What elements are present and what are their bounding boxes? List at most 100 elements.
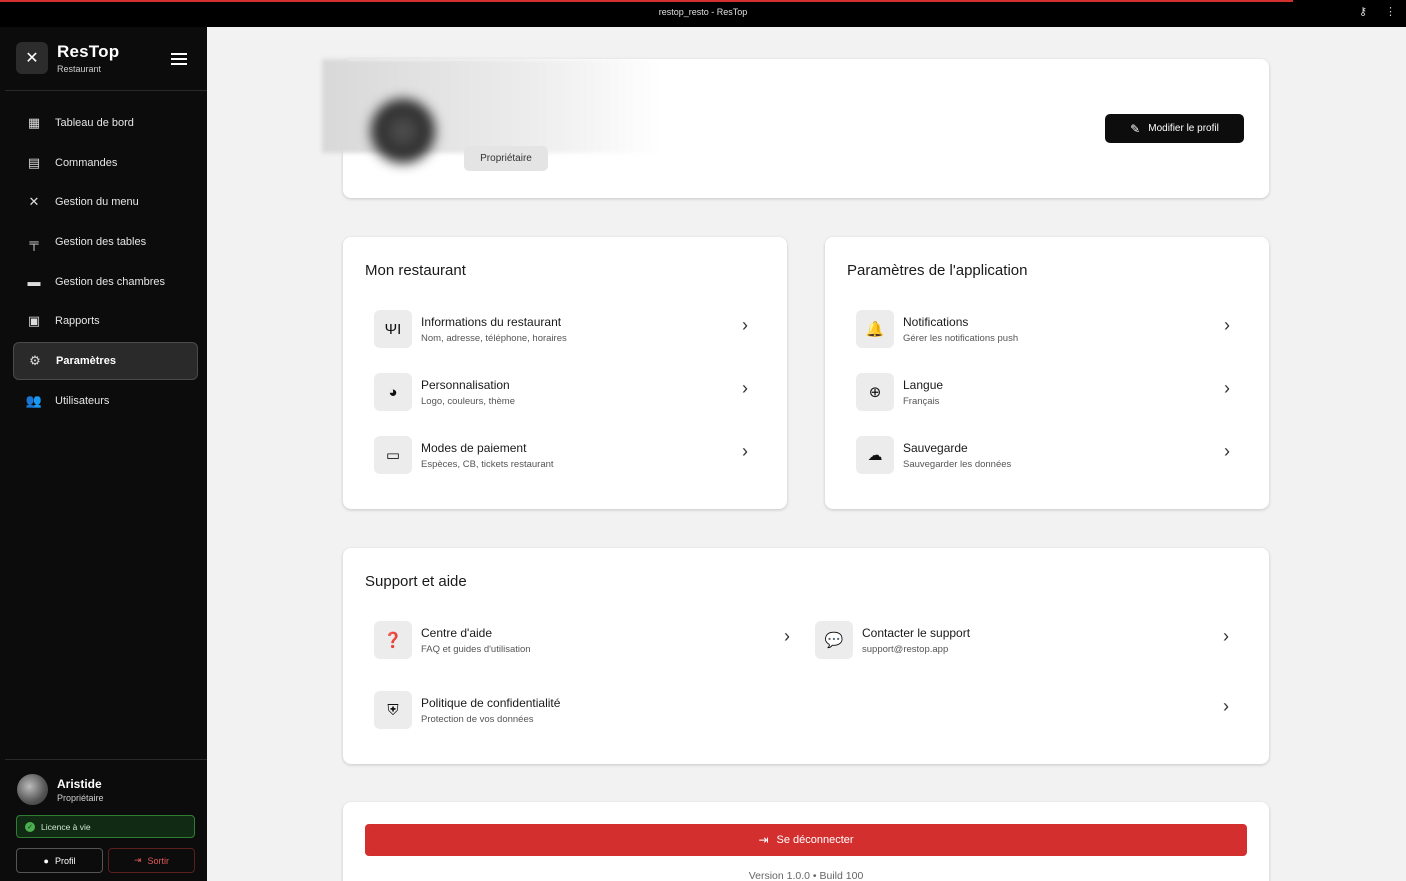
row-title: Notifications <box>903 314 969 329</box>
row-subtitle: Gérer les notifications push <box>903 332 1019 344</box>
sidebar: ✕ ResTop Restaurant ▦ Tableau de bord ▤ … <box>0 27 207 881</box>
bed-icon: ▬ <box>27 274 41 290</box>
row-title: Langue <box>903 377 944 392</box>
logout-card: ⇥ Se déconnecter Version 1.0.0 • Build 1… <box>343 802 1269 881</box>
chevron-right-icon: › <box>1223 626 1229 646</box>
user-name: Aristide <box>57 776 102 791</box>
dashboard-icon: ▦ <box>27 115 41 130</box>
logout-icon: ⇥ <box>758 833 769 847</box>
sidebar-item-label: Gestion des tables <box>55 236 147 249</box>
settings-row-confidentialite[interactable]: ⛨ Politique de confidentialité Protectio… <box>374 690 1244 730</box>
row-subtitle: support@restop.app <box>862 643 949 655</box>
sidebar-nav: ▦ Tableau de bord ▤ Commandes ✕ Gestion … <box>13 104 198 422</box>
sidebar-item-tableau-de-bord[interactable]: ▦ Tableau de bord <box>13 104 198 142</box>
sidebar-item-label: Rapports <box>55 315 100 328</box>
chevron-right-icon: › <box>742 315 748 335</box>
brand-subtitle: Restaurant <box>57 64 102 74</box>
settings-row-restaurant-info[interactable]: ΨΙ Informations du restaurant Nom, adres… <box>374 309 764 349</box>
role-chip: Propriétaire <box>464 146 548 171</box>
settings-row-centre-aide[interactable]: ❓ Centre d'aide FAQ et guides d'utilisat… <box>374 620 794 660</box>
check-circle-icon: ✓ <box>25 821 35 832</box>
key-icon[interactable]: ⚷ <box>1359 5 1367 18</box>
row-subtitle: Sauvegarder les données <box>903 458 1012 470</box>
utensils-icon: ✕ <box>28 194 40 210</box>
logout-icon: ⇥ <box>133 855 142 865</box>
section-title: Paramètres de l'application <box>847 262 1028 279</box>
profil-label: Profil <box>54 855 76 866</box>
chevron-right-icon: › <box>784 626 790 646</box>
chevron-right-icon: › <box>1224 315 1230 335</box>
restaurant-card: Mon restaurant ΨΙ Informations du restau… <box>343 237 787 509</box>
chevron-right-icon: › <box>742 441 748 461</box>
more-vert-icon[interactable]: ⋮ <box>1385 5 1396 18</box>
fork-knife-icon: ΨΙ <box>374 310 412 348</box>
edit-profile-label: Modifier le profil <box>1148 123 1219 134</box>
sidebar-item-commandes[interactable]: ▤ Commandes <box>13 144 198 182</box>
utensils-logo-icon: ✕ <box>16 42 48 74</box>
version-text: Version 1.0.0 • Build 100 <box>748 870 864 881</box>
current-user: Aristide Propriétaire <box>17 774 104 805</box>
shield-icon: ⛨ <box>374 691 412 729</box>
chevron-right-icon: › <box>742 378 748 398</box>
licence-label: Licence à vie <box>41 821 91 832</box>
pencil-icon: ✎ <box>1130 121 1141 136</box>
edit-profile-button[interactable]: ✎ Modifier le profil <box>1105 114 1244 143</box>
settings-row-personnalisation[interactable]: ◕ Personnalisation Logo, couleurs, thème… <box>374 372 764 412</box>
sidebar-item-parametres[interactable]: ⚙ Paramètres <box>13 342 198 381</box>
licence-badge: ✓ Licence à vie <box>16 815 195 838</box>
row-subtitle: Espèces, CB, tickets restaurant <box>421 458 554 470</box>
row-title: Personnalisation <box>421 377 510 392</box>
avatar <box>17 774 48 805</box>
help-icon: ❓ <box>374 621 412 659</box>
window-title: restop_resto - ResTop <box>658 7 748 17</box>
settings-row-paiement[interactable]: ▭ Modes de paiement Espèces, CB, tickets… <box>374 435 764 475</box>
titlebar-icons: ⚷ ⋮ <box>1359 5 1396 18</box>
profile-avatar <box>371 99 435 163</box>
support-card: Support et aide ❓ Centre d'aide FAQ et g… <box>343 548 1269 764</box>
sidebar-item-gestion-chambres[interactable]: ▬ Gestion des chambres <box>13 263 198 301</box>
sidebar-item-gestion-menu[interactable]: ✕ Gestion du menu <box>13 183 198 221</box>
row-subtitle: Logo, couleurs, thème <box>421 395 516 407</box>
settings-row-contact-support[interactable]: 💬 Contacter le support support@restop.ap… <box>815 620 1235 660</box>
settings-row-langue[interactable]: ⊕ Langue Français › <box>856 372 1246 412</box>
sidebar-item-label: Paramètres <box>56 355 116 368</box>
sidebar-item-rapports[interactable]: ▣ Rapports <box>13 302 198 340</box>
chevron-right-icon: › <box>1223 696 1229 716</box>
section-title: Mon restaurant <box>365 262 466 279</box>
sidebar-item-gestion-tables[interactable]: ╤ Gestion des tables <box>13 223 198 261</box>
menu-toggle-icon[interactable] <box>171 53 187 65</box>
credit-card-icon: ▭ <box>374 436 412 474</box>
brand: ✕ ResTop Restaurant <box>16 42 119 74</box>
titlebar-accent-line <box>0 0 1293 2</box>
support-chat-icon: 💬 <box>815 621 853 659</box>
globe-icon: ⊕ <box>856 373 894 411</box>
settings-row-notifications[interactable]: 🔔 Notifications Gérer les notifications … <box>856 309 1246 349</box>
palette-icon: ◕ <box>374 373 412 411</box>
sortir-label: Sortir <box>147 855 170 866</box>
chevron-right-icon: › <box>1224 441 1230 461</box>
logout-button[interactable]: ⇥ Se déconnecter <box>365 824 1247 856</box>
sidebar-item-label: Utilisateurs <box>55 394 110 407</box>
logout-label: Se déconnecter <box>776 834 854 846</box>
sidebar-item-utilisateurs[interactable]: 👥 Utilisateurs <box>13 382 198 420</box>
row-title: Contacter le support <box>862 625 971 640</box>
divider <box>5 759 207 760</box>
app-settings-card: Paramètres de l'application 🔔 Notificati… <box>825 237 1269 509</box>
bell-icon: 🔔 <box>856 310 894 348</box>
row-subtitle: Français <box>903 395 940 407</box>
gear-icon: ⚙ <box>29 353 41 369</box>
row-title: Politique de confidentialité <box>421 695 561 710</box>
profile-card: Propriétaire ✎ Modifier le profil <box>322 59 1269 198</box>
chevron-right-icon: › <box>1224 378 1230 398</box>
sortir-button[interactable]: ⇥ Sortir <box>108 848 195 873</box>
divider <box>5 90 207 91</box>
cloud-upload-icon: ☁ <box>856 436 894 474</box>
settings-row-sauvegarde[interactable]: ☁ Sauvegarde Sauvegarder les données › <box>856 435 1246 475</box>
sidebar-item-label: Tableau de bord <box>55 117 134 129</box>
row-subtitle: FAQ et guides d'utilisation <box>421 643 531 655</box>
chart-icon: ▣ <box>27 313 41 329</box>
profil-button[interactable]: ● Profil <box>16 848 103 873</box>
window-titlebar: restop_resto - ResTop ⚷ ⋮ <box>0 0 1406 27</box>
row-title: Informations du restaurant <box>421 314 562 329</box>
sidebar-item-label: Gestion du menu <box>55 196 139 209</box>
